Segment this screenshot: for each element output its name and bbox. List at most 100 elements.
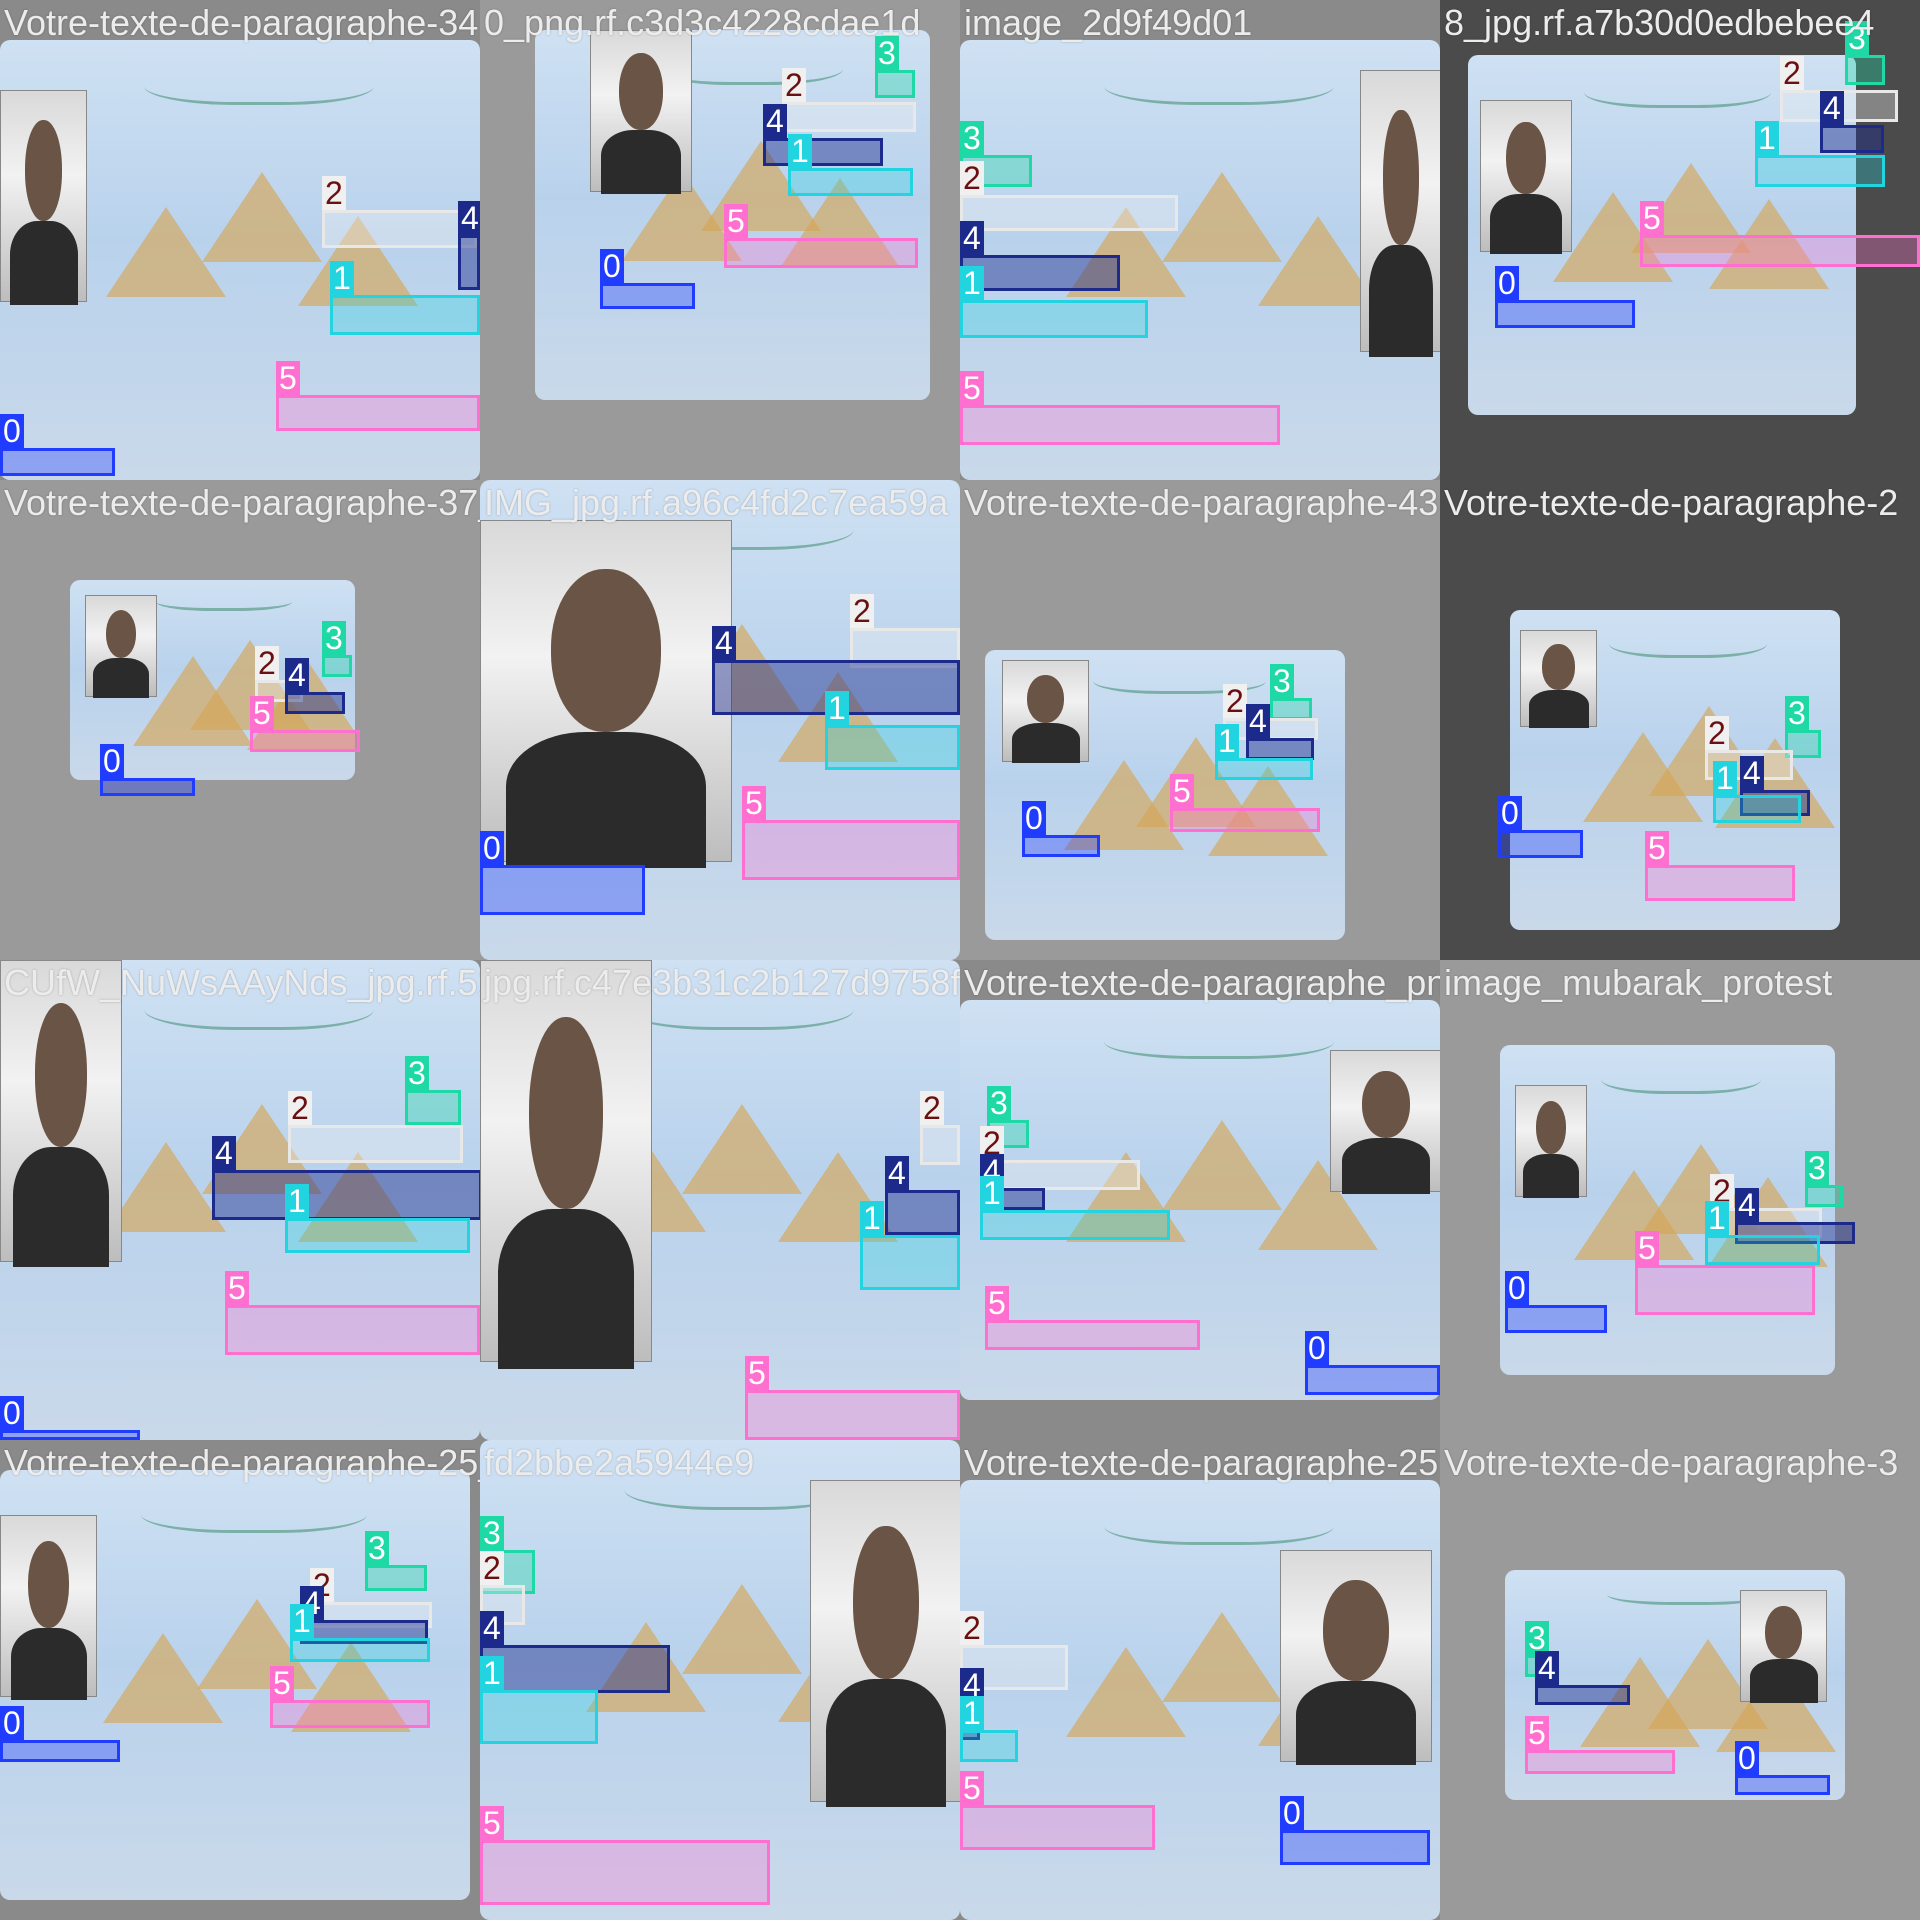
class-label: 0 (1280, 1796, 1304, 1830)
class-label: 2 (960, 161, 984, 195)
class-label: 1 (960, 1696, 984, 1730)
class-label: 4 (1535, 1651, 1559, 1685)
image-tile: 3 2 4 1 5 image_2d9f49d01 (960, 0, 1440, 480)
image-tile: 3 2 4 1 5 fd2bbe2a5944e9 (480, 1440, 960, 1920)
bounding-box-class-2 (960, 195, 1178, 231)
class-label: 0 (1495, 266, 1519, 300)
portrait-photo (1330, 1050, 1440, 1194)
class-label: 5 (276, 361, 300, 395)
image-filename-caption: image_2d9f49d01 (964, 2, 1253, 43)
bounding-box-class-1 (330, 295, 480, 335)
image-tile: 2 4 1 5 0 IMG_jpg.rf.a96c4fd2c7ea59a (480, 480, 960, 960)
bounding-box-class-5 (724, 238, 918, 268)
class-label: 3 (960, 121, 984, 155)
bounding-box-class-0 (1305, 1365, 1440, 1395)
bounding-box-class-5 (480, 1840, 770, 1905)
bounding-box-class-4 (763, 138, 883, 166)
bounding-box-class-2 (782, 102, 916, 132)
class-label: 4 (1740, 756, 1764, 790)
class-label: 3 (480, 1516, 504, 1550)
bounding-box-class-4 (885, 1190, 960, 1235)
class-label: 2 (255, 646, 279, 680)
bounding-box-class-5 (1645, 865, 1795, 901)
bounding-box-class-1 (788, 168, 913, 196)
class-label: 2 (288, 1091, 312, 1125)
bounding-box-class-5 (225, 1305, 480, 1355)
portrait-photo (1515, 1085, 1587, 1199)
bounding-box-class-5 (270, 1700, 430, 1728)
class-label: 1 (860, 1201, 884, 1235)
class-label: 5 (270, 1666, 294, 1700)
bounding-box-class-4 (1820, 125, 1884, 153)
class-label: 4 (1246, 704, 1270, 738)
image-filename-caption: IMG_jpg.rf.a96c4fd2c7ea59a (484, 482, 949, 523)
class-label: 0 (100, 744, 124, 778)
image-tile: 3 2 4 1 5 0 CUfW_NuWsAAyNds_jpg.rf.52a0 (0, 960, 480, 1440)
class-label: 5 (960, 1771, 984, 1805)
class-label: 4 (885, 1156, 909, 1190)
class-label: 0 (0, 1706, 24, 1740)
class-label: 5 (1645, 831, 1669, 865)
class-label: 0 (0, 414, 24, 448)
bounding-box-class-0 (600, 283, 695, 309)
image-tile: 3 2 4 1 5 0 image_mubarak_protest (1440, 960, 1920, 1440)
portrait-photo (1002, 660, 1089, 763)
portrait-photo (1520, 630, 1597, 728)
bounding-box-class-5 (1635, 1265, 1815, 1315)
bounding-box-class-2 (980, 1160, 1140, 1190)
class-label: 5 (985, 1286, 1009, 1320)
portrait-photo (1480, 100, 1572, 254)
class-label: 5 (1170, 774, 1194, 808)
bounding-box-class-5 (250, 730, 360, 752)
class-label: 1 (1755, 121, 1779, 155)
class-label: 3 (1270, 664, 1294, 698)
class-label: 5 (724, 204, 748, 238)
bounding-box-class-1 (980, 1210, 1170, 1240)
class-label: 0 (480, 831, 504, 865)
bounding-box-class-5 (960, 405, 1280, 445)
image-filename-caption: 0_png.rf.c3d3c4228cdae1d (484, 2, 921, 43)
bounding-box-class-5 (276, 395, 480, 431)
portrait-photo (1280, 1550, 1432, 1766)
image-tile: 2 4 1 5 0 Votre-texte-de-paragraphe-25 (960, 1440, 1440, 1920)
class-label: 0 (0, 1396, 24, 1430)
image-tile: 3 4 5 0 Votre-texte-de-paragraphe-3 (1440, 1440, 1920, 1920)
bounding-box-class-3 (1805, 1185, 1843, 1207)
bounding-box-class-1 (1215, 758, 1313, 780)
bounding-box-class-1 (480, 1690, 598, 1744)
class-label: 2 (960, 1611, 984, 1645)
bounding-box-class-1 (1705, 1235, 1820, 1265)
image-filename-caption: Votre-texte-de-paragraphe_png (964, 962, 1440, 1003)
class-label: 2 (782, 68, 806, 102)
class-label: 3 (1805, 1151, 1829, 1185)
class-label: 2 (480, 1551, 504, 1585)
image-filename-caption: jpg.rf.c47e3b31c2b127d9758f6 (484, 962, 960, 1003)
class-label: 1 (825, 691, 849, 725)
class-label: 5 (225, 1271, 249, 1305)
bounding-box-class-1 (960, 300, 1148, 338)
bounding-box-class-1 (960, 1730, 1018, 1762)
class-label: 3 (1785, 696, 1809, 730)
class-label: 5 (250, 696, 274, 730)
bounding-box-class-0 (480, 865, 645, 915)
bounding-box-class-5 (960, 1805, 1155, 1850)
class-label: 1 (960, 266, 984, 300)
image-tile: 3 2 4 1 5 0 Votre-texte-de-paragraphe-43 (960, 480, 1440, 960)
bounding-box-class-4 (212, 1170, 480, 1220)
bounding-box-class-0 (0, 1430, 140, 1440)
class-label: 2 (322, 176, 346, 210)
portrait-photo (0, 960, 122, 1267)
class-label: 0 (1022, 801, 1046, 835)
bounding-box-class-0 (1735, 1775, 1830, 1795)
class-label: 3 (405, 1056, 429, 1090)
class-label: 4 (458, 201, 480, 235)
class-label: 5 (1635, 1231, 1659, 1265)
bounding-box-class-4 (1246, 738, 1314, 760)
bounding-box-class-5 (742, 820, 960, 880)
portrait-photo (480, 960, 652, 1369)
image-filename-caption: 8_jpg.rf.a7b30d0edbebee4 (1444, 2, 1875, 43)
class-label: 2 (920, 1091, 944, 1125)
bounding-box-class-1 (285, 1218, 470, 1253)
bounding-box-class-3 (1845, 55, 1885, 85)
bounding-box-class-0 (1505, 1305, 1607, 1333)
